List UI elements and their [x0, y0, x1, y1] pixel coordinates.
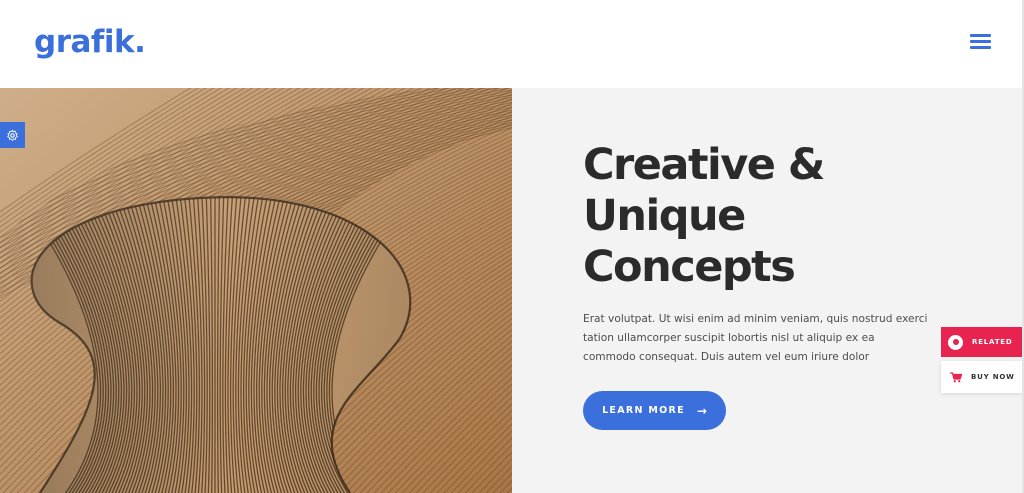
- headline-line-2: Unique: [583, 191, 746, 241]
- arrow-right-icon: →: [696, 403, 707, 418]
- circle-icon: [948, 334, 963, 350]
- hamburger-menu-icon[interactable]: [968, 31, 994, 53]
- related-tab[interactable]: RELATED: [941, 327, 1023, 357]
- settings-button[interactable]: [0, 122, 25, 148]
- hero-image: [0, 88, 512, 493]
- learn-more-label: LEARN MORE: [602, 405, 685, 416]
- learn-more-button[interactable]: LEARN MORE →: [583, 391, 726, 430]
- buy-now-label: BUY NOW: [971, 373, 1015, 381]
- page: grafik. Creative & Unique Concepts Erat …: [0, 0, 1024, 493]
- headline-line-1: Creative &: [583, 140, 825, 190]
- hero-content: Creative & Unique Concepts Erat volutpat…: [512, 88, 1022, 493]
- site-header: grafik.: [0, 0, 1024, 88]
- related-label: RELATED: [972, 338, 1013, 346]
- buy-now-tab[interactable]: BUY NOW: [941, 361, 1023, 393]
- headline-line-3: Concepts: [583, 242, 796, 292]
- logo[interactable]: grafik.: [34, 22, 146, 62]
- hero-headline: Creative & Unique Concepts: [583, 140, 825, 293]
- hero-body-text: Erat volutpat. Ut wisi enim ad minim ven…: [583, 313, 928, 363]
- cart-icon: [950, 371, 962, 383]
- gear-icon: [7, 129, 18, 141]
